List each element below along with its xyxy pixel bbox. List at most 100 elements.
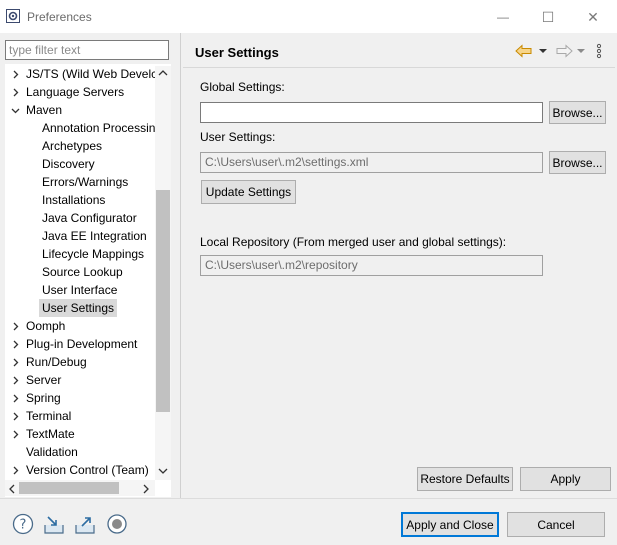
tree-item-label: Java EE Integration: [42, 229, 147, 243]
tree-item[interactable]: User Interface: [5, 281, 165, 299]
tree-item-label: Source Lookup: [42, 265, 123, 279]
tree-item-label: Errors/Warnings: [42, 175, 129, 189]
update-settings-button[interactable]: Update Settings: [201, 180, 296, 204]
global-settings-label: Global Settings:: [200, 80, 285, 94]
tree-item-label: Server: [26, 373, 62, 387]
forward-history-dropdown-icon[interactable]: [577, 47, 585, 55]
apply-and-close-button[interactable]: Apply and Close: [401, 512, 499, 537]
tree-item-label: Annotation Processin: [42, 121, 156, 135]
tree-item[interactable]: Java Configurator: [5, 209, 165, 227]
forward-arrow-icon[interactable]: [555, 44, 573, 58]
scroll-up-icon[interactable]: [157, 68, 169, 78]
tree-item[interactable]: Spring: [5, 389, 165, 407]
apply-button[interactable]: Apply: [520, 467, 611, 491]
minimize-icon: —: [497, 10, 509, 24]
tree-item[interactable]: Terminal: [5, 407, 165, 425]
tree-item[interactable]: Validation: [5, 443, 165, 461]
chevron-down-icon[interactable]: [10, 101, 20, 119]
scroll-right-icon[interactable]: [141, 483, 151, 495]
restore-defaults-button[interactable]: Restore Defaults: [417, 467, 513, 491]
tree-item[interactable]: Installations: [5, 191, 165, 209]
user-settings-field[interactable]: C:\Users\user\.m2\settings.xml: [200, 152, 543, 173]
tree-item-label: Validation: [26, 445, 78, 459]
tree-item-label: Terminal: [26, 409, 72, 423]
tree-item-label: Plug-in Development: [26, 337, 138, 351]
chevron-right-icon[interactable]: [10, 371, 20, 389]
tree-item-label: Lifecycle Mappings: [42, 247, 145, 261]
tree-item[interactable]: Plug-in Development: [5, 335, 165, 353]
export-icon[interactable]: [74, 513, 96, 535]
tree-item-label: Spring: [26, 391, 61, 405]
tree-item[interactable]: Lifecycle Mappings: [5, 245, 165, 263]
tree-item-label: Discovery: [42, 157, 95, 171]
minimize-button[interactable]: —: [481, 2, 525, 32]
preferences-app-icon: [6, 9, 20, 23]
tree-item[interactable]: Source Lookup: [5, 263, 165, 281]
tree-item[interactable]: JS/TS (Wild Web Develc: [5, 65, 165, 83]
close-button[interactable]: ✕: [571, 2, 615, 32]
panel-divider[interactable]: [180, 33, 181, 498]
tree-item-label: Run/Debug: [26, 355, 87, 369]
tree-item[interactable]: Language Servers: [5, 83, 165, 101]
tree-item[interactable]: Oomph: [5, 317, 165, 335]
tree-item-label: Oomph: [26, 319, 66, 333]
tree-horizontal-scroll-thumb[interactable]: [19, 482, 119, 494]
global-browse-button[interactable]: Browse...: [549, 101, 606, 124]
tree-item[interactable]: Java EE Integration: [5, 227, 165, 245]
user-browse-button[interactable]: Browse...: [549, 151, 606, 174]
tree-item-label: Archetypes: [42, 139, 103, 153]
tree-item-label: User Settings: [39, 299, 118, 317]
chevron-right-icon[interactable]: [10, 425, 20, 443]
tree-item[interactable]: Discovery: [5, 155, 165, 173]
window-title: Preferences: [27, 10, 92, 24]
global-settings-field[interactable]: [200, 102, 543, 123]
scroll-down-icon[interactable]: [157, 466, 169, 476]
maximize-button[interactable]: ☐: [526, 2, 570, 32]
footer-separator: [0, 498, 617, 499]
chevron-right-icon[interactable]: [10, 65, 20, 83]
local-repository-field: C:\Users\user\.m2\repository: [200, 255, 543, 276]
record-icon[interactable]: [106, 513, 128, 535]
header-separator: [183, 67, 615, 68]
tree-item-label: JS/TS (Wild Web Develc: [26, 67, 158, 81]
tree-item[interactable]: Run/Debug: [5, 353, 165, 371]
user-settings-label: User Settings:: [200, 130, 276, 144]
chevron-right-icon[interactable]: [10, 317, 20, 335]
chevron-right-icon[interactable]: [10, 407, 20, 425]
svg-text:?: ?: [20, 518, 27, 533]
tree-item-label: Language Servers: [26, 85, 125, 99]
tree-item[interactable]: TextMate: [5, 425, 165, 443]
chevron-right-icon[interactable]: [10, 83, 20, 101]
help-icon[interactable]: ?: [12, 513, 34, 535]
tree-item-label: TextMate: [26, 427, 75, 441]
cancel-button[interactable]: Cancel: [507, 512, 605, 537]
back-arrow-icon[interactable]: [515, 44, 533, 58]
tree-item-label: Java Configurator: [42, 211, 137, 225]
tree-item-label: Version Control (Team): [26, 463, 149, 477]
tree-item[interactable]: Annotation Processin: [5, 119, 165, 137]
tree-item[interactable]: User Settings: [5, 299, 165, 317]
preference-tree[interactable]: JS/TS (Wild Web Develc Language Servers Ma…: [5, 64, 171, 497]
chevron-right-icon[interactable]: [10, 461, 20, 479]
scroll-left-icon[interactable]: [7, 483, 17, 495]
chevron-right-icon[interactable]: [10, 353, 20, 371]
chevron-right-icon[interactable]: [10, 335, 20, 353]
tree-item[interactable]: Version Control (Team): [5, 461, 165, 479]
tree-item[interactable]: Errors/Warnings: [5, 173, 165, 191]
back-history-dropdown-icon[interactable]: [539, 47, 547, 55]
page-title: User Settings: [195, 45, 279, 60]
tree-item[interactable]: Server: [5, 371, 165, 389]
chevron-right-icon[interactable]: [10, 389, 20, 407]
local-repository-label: Local Repository (From merged user and g…: [200, 235, 507, 249]
view-menu-icon[interactable]: [596, 43, 602, 59]
tree-item-label: User Interface: [42, 283, 118, 297]
tree-item[interactable]: Maven: [5, 101, 165, 119]
tree-vertical-scroll-thumb[interactable]: [156, 190, 170, 412]
filter-input[interactable]: [5, 40, 169, 60]
maximize-icon: ☐: [541, 8, 555, 25]
tree-item-label: Installations: [42, 193, 106, 207]
tree-item-label: Maven: [26, 103, 63, 117]
import-icon[interactable]: [43, 513, 65, 535]
close-icon: ✕: [587, 8, 599, 25]
tree-item[interactable]: Archetypes: [5, 137, 165, 155]
